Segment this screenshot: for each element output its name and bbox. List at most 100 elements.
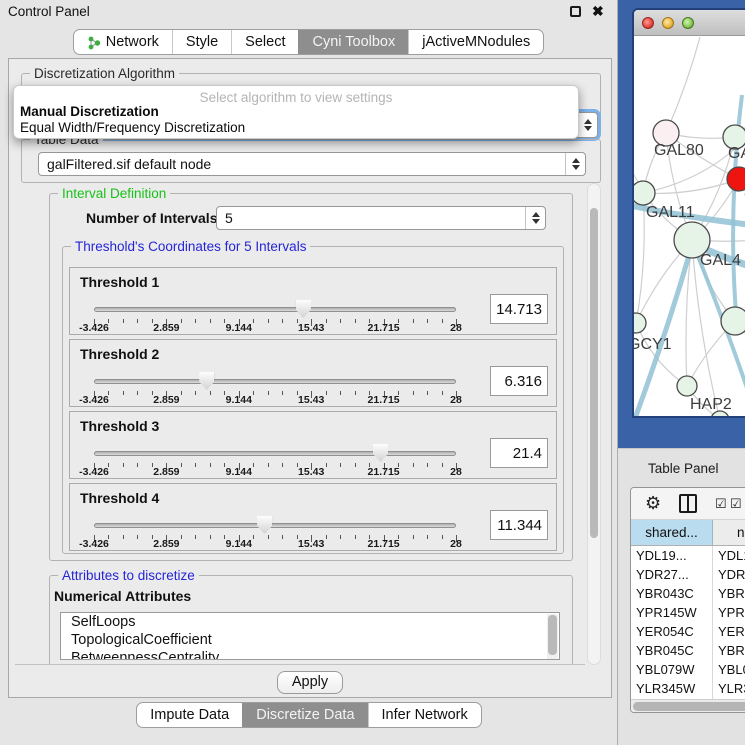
- attributes-scrollbar-thumb[interactable]: [548, 615, 557, 655]
- table-toolbar: ⚙ ☑ ☑: [631, 488, 745, 520]
- checkbox-checked-icon[interactable]: ☑: [715, 496, 727, 512]
- tab-label: Cyni Toolbox: [312, 34, 395, 50]
- threshold-value-field[interactable]: 21.4: [490, 438, 548, 468]
- table-row[interactable]: YDL19...YDL1: [631, 546, 745, 565]
- slider-thumb[interactable]: [296, 300, 311, 318]
- slider-track[interactable]: [94, 451, 456, 456]
- attributes-group-title: Attributes to discretize: [58, 568, 199, 583]
- table-panel-section: Table Panel ⚙ ☑ ☑ shared... na YDL19...Y…: [618, 448, 745, 745]
- tab-label: Discretize Data: [256, 707, 354, 723]
- slider-track[interactable]: [94, 307, 456, 312]
- tick-label: 28: [450, 322, 462, 334]
- combobox-stepper-icon[interactable]: [565, 153, 585, 175]
- tab-infer-network[interactable]: Infer Network: [368, 703, 481, 727]
- tab-network[interactable]: Network: [74, 30, 172, 54]
- network-node-hnode[interactable]: [721, 307, 745, 335]
- threshold-value-field[interactable]: 6.316: [490, 366, 548, 396]
- control-panel-window: Control Panel ✖ NetworkStyleSelectCyni T…: [0, 0, 618, 745]
- slider-thumb[interactable]: [199, 372, 214, 390]
- table-row[interactable]: YDR27...YDR2: [631, 565, 745, 584]
- tab-label: Infer Network: [382, 707, 468, 723]
- float-window-icon[interactable]: [570, 6, 581, 17]
- table-data-combobox[interactable]: galFiltered.sif default node: [38, 152, 586, 176]
- tab-discretize-data[interactable]: Discretize Data: [242, 703, 367, 727]
- threshold-value-field[interactable]: 14.713: [490, 294, 548, 324]
- tick-label: 28: [450, 466, 462, 478]
- slider-track[interactable]: [94, 379, 456, 384]
- tick-label: 2.859: [153, 322, 179, 334]
- tab-jactivemnodules[interactable]: jActiveMNodules: [408, 30, 543, 54]
- minimize-traffic-light-icon[interactable]: [662, 17, 674, 29]
- number-of-intervals-label: Number of Intervals: [86, 210, 217, 226]
- network-node-hap2[interactable]: [677, 376, 697, 396]
- table-row[interactable]: YER054CYER0: [631, 622, 745, 641]
- zoom-traffic-light-icon[interactable]: [682, 17, 694, 29]
- tab-cyni-toolbox[interactable]: Cyni Toolbox: [298, 30, 408, 54]
- table-row[interactable]: YBL079WYBL0: [631, 660, 745, 679]
- cyni-toolbox-panel: Discretization Algorithm Select algorith…: [8, 58, 612, 698]
- network-canvas[interactable]: GAL80GACGAL11GAL4GCY1HHAP2: [634, 37, 745, 418]
- network-edge[interactable]: [666, 37, 704, 133]
- settings-gear-icon[interactable]: ⚙: [645, 493, 661, 514]
- tab-label: Impute Data: [150, 707, 229, 723]
- threshold-label: Threshold 2: [80, 346, 159, 362]
- popup-item-manual-discretization[interactable]: Manual Discretization: [14, 104, 578, 120]
- network-node-red[interactable]: [727, 167, 745, 191]
- vertical-scrollbar[interactable]: [587, 183, 601, 665]
- threshold-slider[interactable]: -3.4262.8599.14415.4321.71528: [94, 514, 456, 548]
- network-window-titlebar[interactable]: [634, 10, 745, 36]
- close-icon[interactable]: ✖: [592, 3, 604, 20]
- tick-label: -3.426: [79, 466, 109, 478]
- table-row[interactable]: YBR043CYBR0: [631, 584, 745, 603]
- algorithm-dropdown-popup: Select algorithm to view settings Manual…: [13, 85, 579, 139]
- slider-thumb[interactable]: [257, 516, 272, 534]
- attribute-item-selfloops[interactable]: SelfLoops: [61, 613, 559, 631]
- tab-style[interactable]: Style: [172, 30, 231, 54]
- threshold-slider[interactable]: -3.4262.8599.14415.4321.71528: [94, 442, 456, 476]
- attribute-item-betweennesscentrality[interactable]: BetweennessCentrality: [61, 649, 559, 660]
- thresholds-group-title: Threshold's Coordinates for 5 Intervals: [71, 239, 310, 254]
- combobox-stepper-icon[interactable]: [577, 113, 597, 137]
- attributes-scrollbar[interactable]: [547, 614, 558, 660]
- combobox-stepper-icon[interactable]: [525, 207, 545, 229]
- network-edge[interactable]: [636, 323, 687, 386]
- checkbox-checked-icon[interactable]: ☑: [730, 496, 742, 512]
- numerical-attributes-list[interactable]: SelfLoopsTopologicalCoefficientBetweenne…: [60, 612, 560, 660]
- network-node-gal11[interactable]: [634, 181, 655, 205]
- column-header-shared-name[interactable]: shared...: [631, 520, 713, 545]
- table-row[interactable]: YLR345WYLR3: [631, 679, 745, 698]
- threshold-value-field[interactable]: 11.344: [490, 510, 548, 540]
- tick-label: 9.144: [226, 394, 252, 406]
- threshold-slider[interactable]: -3.4262.8599.14415.4321.71528: [94, 370, 456, 404]
- attribute-item-topologicalcoefficient[interactable]: TopologicalCoefficient: [61, 631, 559, 649]
- discretization-algorithm-group-title: Discretization Algorithm: [30, 66, 179, 81]
- popup-item-equal-width-frequency[interactable]: Equal Width/Frequency Discretization: [14, 120, 578, 136]
- horizontal-scrollbar[interactable]: [631, 699, 745, 712]
- tab-select[interactable]: Select: [231, 30, 298, 54]
- number-of-intervals-combobox[interactable]: 5: [216, 206, 546, 230]
- table-row[interactable]: YBR045CYBR0: [631, 641, 745, 660]
- network-icon: [87, 35, 101, 50]
- network-view-window[interactable]: GAL80GACGAL11GAL4GCY1HHAP2: [632, 8, 745, 418]
- network-node-gcy1[interactable]: [634, 313, 646, 333]
- tab-impute-data[interactable]: Impute Data: [137, 703, 242, 727]
- network-edge[interactable]: [636, 193, 644, 323]
- apply-button[interactable]: Apply: [277, 671, 343, 694]
- horizontal-scrollbar-thumb[interactable]: [633, 702, 745, 711]
- slider-thumb[interactable]: [373, 444, 388, 462]
- slider-track[interactable]: [94, 523, 456, 528]
- cell-name: YBR0: [713, 641, 745, 660]
- tick-label: 28: [450, 394, 462, 406]
- close-traffic-light-icon[interactable]: [642, 17, 654, 29]
- column-header-name[interactable]: na: [713, 520, 745, 545]
- cyni-bottom-tab-bar: Impute Data Discretize Data Infer Network: [0, 702, 618, 728]
- column-layout-icon[interactable]: [679, 494, 697, 513]
- tick-label: 9.144: [226, 538, 252, 550]
- tick-label: 21.715: [368, 538, 400, 550]
- threshold-slider[interactable]: -3.4262.8599.14415.4321.71528: [94, 298, 456, 332]
- node-table-window[interactable]: ⚙ ☑ ☑ shared... na YDL19...YDL1YDR27...Y…: [630, 487, 745, 713]
- vertical-scrollbar-thumb[interactable]: [590, 208, 598, 538]
- table-row[interactable]: YPR145WYPR1: [631, 603, 745, 622]
- network-edge[interactable]: [643, 179, 739, 193]
- tick-label: 15.43: [298, 394, 324, 406]
